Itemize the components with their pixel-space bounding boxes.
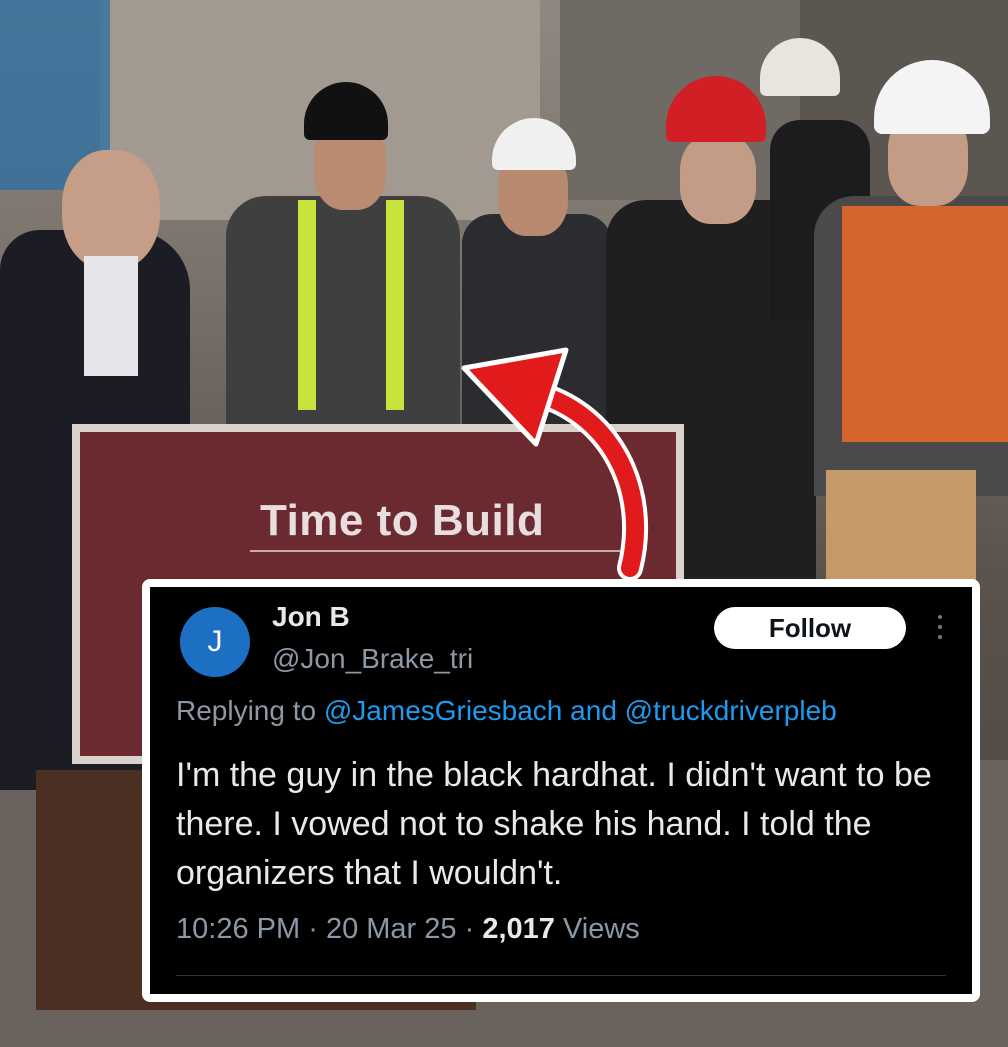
worker-black-hardhat-body: [226, 196, 460, 446]
mention-link-1[interactable]: @JamesGriesbach: [324, 695, 563, 726]
hi-vis-strap-right: [386, 200, 404, 410]
display-name[interactable]: Jon B: [272, 601, 350, 633]
tweet-time[interactable]: 10:26 PM: [176, 913, 300, 945]
speaker-head: [62, 150, 160, 270]
hi-vis-strap-left: [298, 200, 316, 410]
user-handle[interactable]: @Jon_Brake_tri: [272, 643, 473, 675]
tweet-text: I'm the guy in the black hardhat. I didn…: [176, 756, 932, 892]
red-curved-arrow-icon: [461, 347, 649, 580]
tweet-card: J Jon B @Jon_Brake_tri Follow Replying t…: [142, 579, 980, 1002]
worker-red-hardhat-head: [680, 134, 756, 224]
tweet-date[interactable]: 20 Mar 25: [326, 913, 457, 945]
follow-button[interactable]: Follow: [714, 607, 906, 649]
worker-orange-vest-legs: [826, 470, 976, 590]
meta-separator: ·: [308, 913, 318, 945]
avatar[interactable]: J: [180, 607, 250, 677]
mention-link-2[interactable]: @truckdriverpleb: [625, 695, 837, 726]
replying-to-line: Replying to @JamesGriesbach and @truckdr…: [176, 695, 837, 727]
tweet-meta: 10:26 PM · 20 Mar 25 · 2,017 Views: [176, 913, 640, 946]
mention-joiner: and: [570, 695, 617, 726]
speaker-shirt: [84, 256, 138, 376]
avatar-initial: J: [207, 625, 223, 658]
orange-vest: [842, 206, 1008, 442]
meta-separator: ·: [464, 913, 475, 945]
replying-to-label: Replying to: [176, 695, 317, 726]
views-count: 2,017: [482, 913, 555, 945]
views-label: Views: [562, 913, 640, 945]
divider: [176, 975, 946, 976]
more-options-icon[interactable]: [936, 615, 944, 645]
